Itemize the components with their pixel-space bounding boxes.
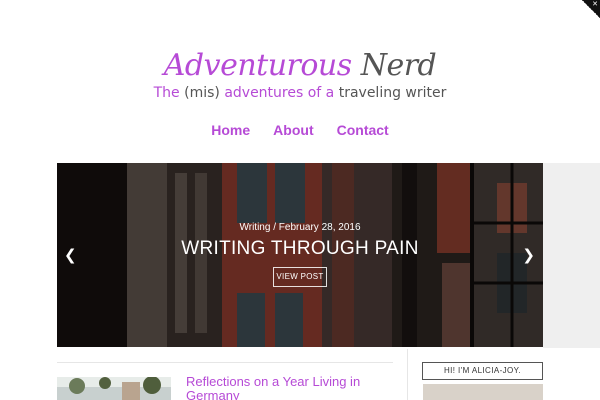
sidebar-profile-photo <box>423 384 543 400</box>
slide-date: February 28, 2016 <box>278 222 361 233</box>
nav-item-contact[interactable]: Contact <box>337 121 389 139</box>
site-title-part2[interactable]: Nerd <box>361 48 437 83</box>
sidebar-divider <box>407 349 408 400</box>
tagline-word: adventures of a <box>224 85 335 101</box>
view-post-button[interactable]: VIEW POST <box>273 267 327 287</box>
site-title[interactable]: Adventurous Nerd <box>0 48 600 84</box>
tagline-word: writer <box>405 85 447 101</box>
main-nav: Home About Contact <box>0 121 600 139</box>
slide-title[interactable]: WRITING THROUGH PAIN <box>57 236 543 262</box>
chevron-right-icon[interactable]: ❯ <box>522 247 535 263</box>
slider-side-background <box>543 163 600 348</box>
nav-item-about[interactable]: About <box>273 121 313 139</box>
post-thumbnail[interactable] <box>57 377 171 400</box>
close-icon[interactable]: ✕ <box>592 1 598 8</box>
post-title[interactable]: Reflections on a Year Living in Germany <box>186 375 396 400</box>
nav-item-home[interactable]: Home <box>211 121 250 139</box>
sidebar-widget-title: HI! I'M ALICIA-JOY. <box>422 362 543 380</box>
content-divider <box>57 362 393 363</box>
tagline-word: The <box>153 85 180 101</box>
slide-category[interactable]: Writing <box>240 222 271 233</box>
site-tagline: The (mis) adventures of a traveling writ… <box>0 84 600 102</box>
featured-slider[interactable]: Writing / February 28, 2016 WRITING THRO… <box>57 163 543 347</box>
tagline-word: traveling <box>338 85 401 101</box>
slide-separator: / <box>270 222 279 233</box>
site-title-part1[interactable]: Adventurous <box>164 48 352 83</box>
slide-meta: Writing / February 28, 2016 <box>57 222 543 234</box>
chevron-left-icon[interactable]: ❮ <box>64 247 77 263</box>
tagline-word: (mis) <box>184 85 220 101</box>
corner-badge[interactable]: ✕ <box>582 0 600 18</box>
